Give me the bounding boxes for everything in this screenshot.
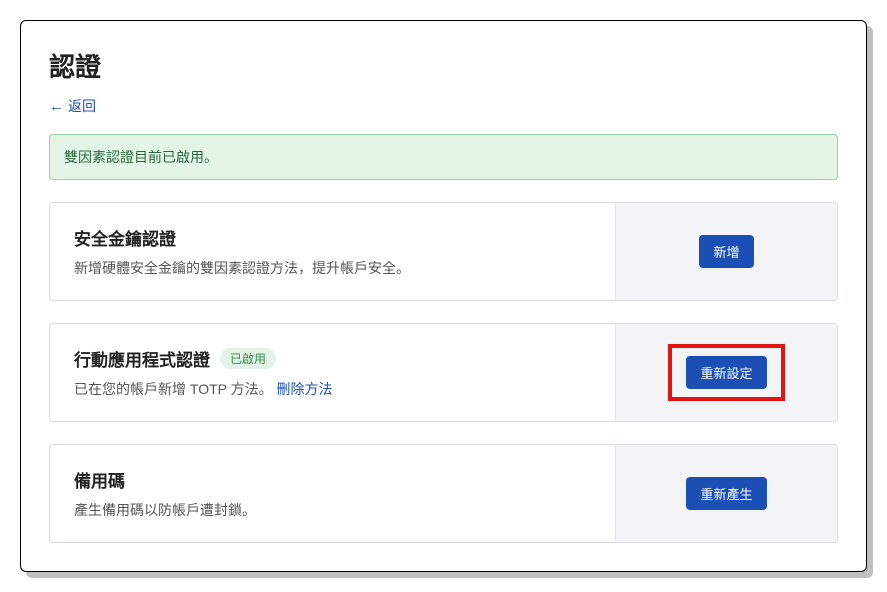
page-title: 認證 <box>49 47 838 84</box>
backup-title: 備用碼 <box>74 467 591 492</box>
backup-desc: 產生備用碼以防帳戶遭封鎖。 <box>74 500 591 520</box>
alert-text: 雙因素認證目前已啟用。 <box>64 149 218 165</box>
totp-title: 行動應用程式認證 已啟用 <box>74 346 591 371</box>
security-key-title: 安全金鑰認證 <box>74 225 591 250</box>
backup-codes-card: 備用碼 產生備用碼以防帳戶遭封鎖。 重新產生 <box>49 444 838 543</box>
card-body: 安全金鑰認證 新增硬體安全金鑰的雙因素認證方法，提升帳戶安全。 <box>50 203 615 300</box>
reset-totp-button[interactable]: 重新設定 <box>686 356 766 389</box>
totp-card: 行動應用程式認證 已啟用 已在您的帳戶新增 TOTP 方法。 刪除方法 重新設定 <box>49 323 838 422</box>
card-body: 行動應用程式認證 已啟用 已在您的帳戶新增 TOTP 方法。 刪除方法 <box>50 324 615 421</box>
card-side: 重新設定 <box>615 324 837 421</box>
auth-panel: 認證 ← 返回 雙因素認證目前已啟用。 安全金鑰認證 新增硬體安全金鑰的雙因素認… <box>20 20 867 572</box>
status-alert: 雙因素認證目前已啟用。 <box>49 134 838 180</box>
back-label: 返回 <box>68 96 96 116</box>
card-side: 新增 <box>615 203 837 300</box>
back-link[interactable]: ← 返回 <box>49 96 96 116</box>
totp-desc-text: 已在您的帳戶新增 TOTP 方法。 <box>74 381 273 397</box>
card-body: 備用碼 產生備用碼以防帳戶遭封鎖。 <box>50 445 615 542</box>
enabled-badge: 已啟用 <box>220 348 276 369</box>
remove-totp-link[interactable]: 刪除方法 <box>277 381 333 397</box>
arrow-left-icon: ← <box>49 99 64 114</box>
highlight-box: 重新設定 <box>668 344 784 401</box>
totp-title-text: 行動應用程式認證 <box>74 346 210 371</box>
add-security-key-button[interactable]: 新增 <box>699 235 753 268</box>
totp-desc: 已在您的帳戶新增 TOTP 方法。 刪除方法 <box>74 379 591 399</box>
security-key-card: 安全金鑰認證 新增硬體安全金鑰的雙因素認證方法，提升帳戶安全。 新增 <box>49 202 838 301</box>
card-side: 重新產生 <box>615 445 837 542</box>
regenerate-backup-button[interactable]: 重新產生 <box>686 477 766 510</box>
security-key-desc: 新增硬體安全金鑰的雙因素認證方法，提升帳戶安全。 <box>74 258 591 278</box>
